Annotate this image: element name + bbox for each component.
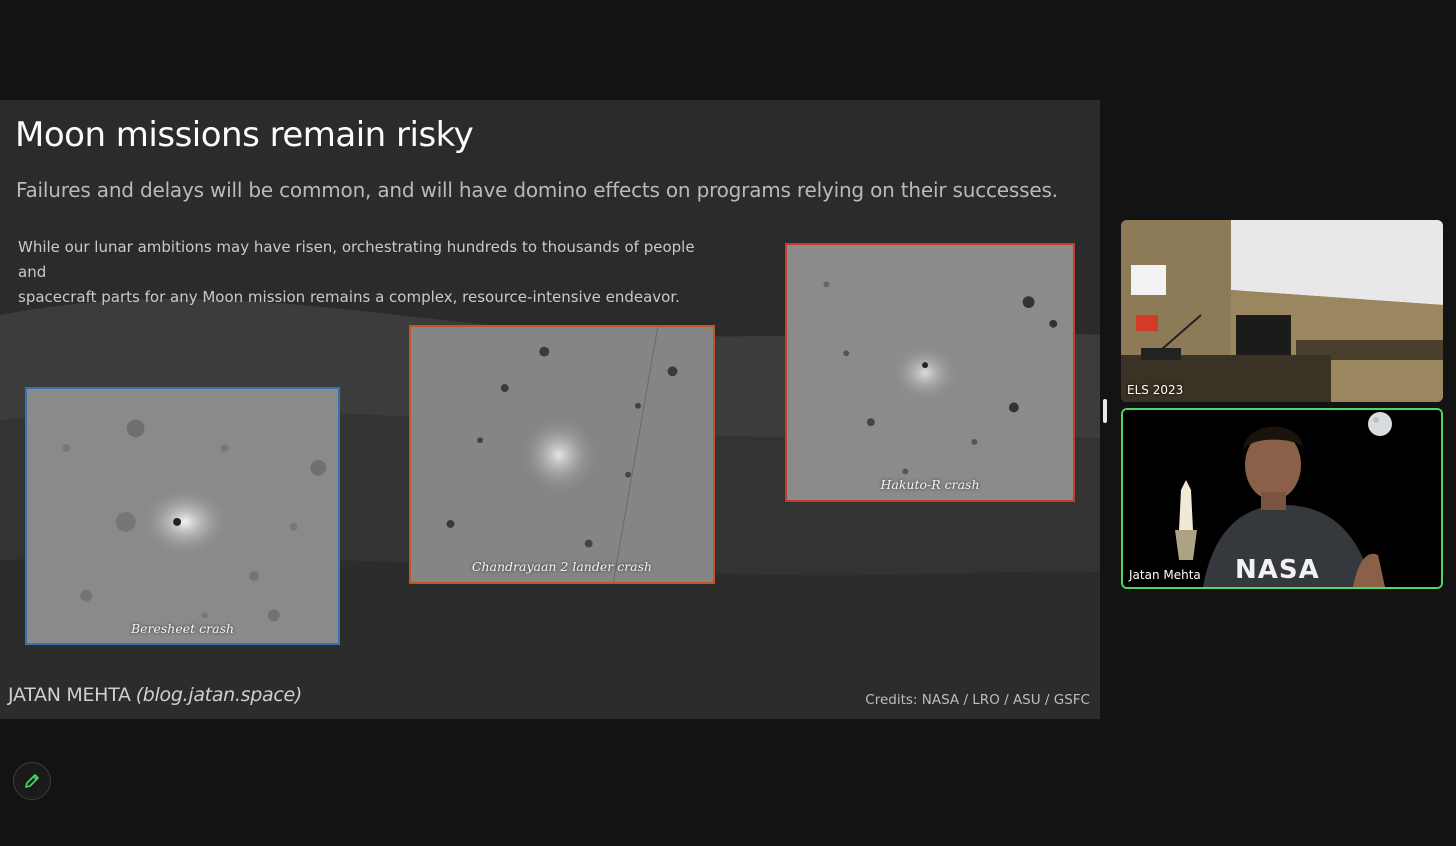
photo-caption: Hakuto-R crash [880,477,980,492]
shirt-logo-text: NASA [1235,555,1320,585]
tile-label: Jatan Mehta [1129,568,1201,582]
room-video-feed [1121,220,1443,402]
author-blog: (blog.jatan.space) [135,684,303,706]
moon-photo-chandrayaan: Chandrayaan 2 lander crash [409,325,715,584]
crater-image [787,245,1073,500]
video-tile-speaker[interactable]: NASA Jatan Mehta [1121,408,1443,589]
crater-image [27,389,338,643]
tile-label: ELS 2023 [1127,383,1184,397]
slide-credits: Credits: NASA / LRO / ASU / GSFC [865,692,1090,708]
photo-caption: Beresheet crash [130,621,235,636]
slide-title: Moon missions remain risky [15,115,474,155]
annotate-button[interactable] [13,762,51,800]
crater-image [411,327,713,582]
moon-photo-beresheet: Beresheet crash [25,387,340,645]
photo-caption: Chandrayaan 2 lander crash [471,559,653,574]
slide-body-line: While our lunar ambitions may have risen… [18,238,695,281]
resize-handle[interactable] [1103,399,1107,423]
author-name: JATAN MEHTA [8,684,131,706]
video-tile-room[interactable]: ELS 2023 [1121,220,1443,402]
moon-photo-hakuto: Hakuto-R crash [785,243,1075,502]
slide-subtitle: Failures and delays will be common, and … [16,178,1058,202]
pencil-icon [25,774,39,788]
slide-body-text: While our lunar ambitions may have risen… [18,235,718,310]
shared-slide: Moon missions remain risky Failures and … [0,100,1100,719]
slide-body-line: spacecraft parts for any Moon mission re… [18,288,680,306]
slide-footer-author: JATAN MEHTA (blog.jatan.space) [8,684,302,706]
